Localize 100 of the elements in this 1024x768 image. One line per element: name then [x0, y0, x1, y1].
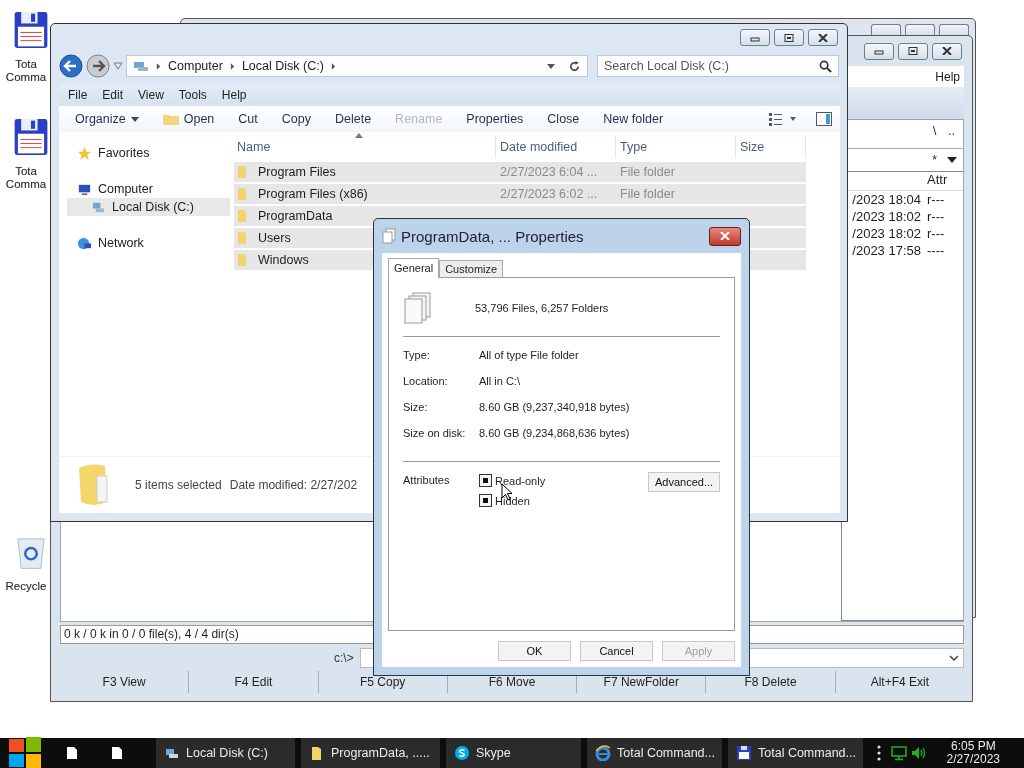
toolbar-button[interactable]: Properties [460, 107, 534, 131]
minimize-button[interactable] [864, 42, 894, 60]
view-options-icon[interactable] [768, 112, 798, 126]
tab[interactable]: Customize [439, 260, 504, 277]
menu-item[interactable]: Tools [178, 88, 207, 102]
clock-time[interactable]: 6:05 PM [950, 740, 996, 753]
navigation-item[interactable]: Network [67, 234, 230, 252]
field-label: Size: [403, 401, 429, 415]
volume-icon[interactable] [910, 745, 927, 761]
advanced-button[interactable]: Advanced... [648, 472, 720, 492]
maximize-button[interactable] [774, 29, 804, 46]
date-cell: /2023 17:58 [852, 243, 921, 258]
file-name: Users [258, 231, 291, 245]
breadcrumb-item[interactable]: Computer [168, 59, 223, 73]
forward-button[interactable] [86, 54, 110, 78]
close-icon [941, 47, 953, 55]
toolbar-button[interactable]: Open [156, 107, 225, 131]
folder-icon [237, 187, 247, 201]
desktop-icon-label[interactable]: Comma [5, 71, 47, 84]
close-button[interactable] [808, 29, 838, 46]
summary-text: 53,796 Files, 6,257 Folders [475, 302, 609, 314]
attributes-cell-text: r--- [927, 209, 946, 224]
preview-pane-icon[interactable] [816, 112, 832, 126]
chevron-icon [229, 62, 235, 70]
taskbar-button[interactable]: ProgramData, ..... [301, 738, 440, 768]
file-row[interactable]: Program Files 2/27/2023 6:04 ... File folder [234, 162, 806, 183]
dialog-button[interactable]: OK [498, 641, 571, 661]
checkbox[interactable]: Hidden [479, 494, 546, 507]
column-header[interactable]: Type [616, 136, 736, 158]
file-row[interactable]: Program Files (x86) 2/27/2023 6:02 ... File folder [234, 184, 806, 205]
taskbar-button[interactable]: Total Command... [728, 738, 863, 768]
field-value: 8.60 GB (9,237,340,918 bytes) [479, 401, 630, 415]
field-label: Location: [403, 375, 449, 389]
search-field[interactable]: Search Local Disk (C:) [597, 55, 839, 77]
navigation-item[interactable]: Computer [67, 180, 230, 198]
date-cell: /2023 18:02 [852, 209, 921, 224]
desktop-icon-label[interactable]: Comma [5, 178, 47, 191]
close-icon [719, 232, 731, 240]
chat-app-icon [454, 745, 470, 761]
menu-item[interactable]: File [68, 88, 88, 102]
dropdown-icon[interactable] [547, 63, 555, 69]
breadcrumb-item[interactable]: Local Disk (C:) [241, 59, 324, 73]
details-summary: 5 items selected [135, 478, 222, 492]
menu-item[interactable]: Help [935, 69, 960, 84]
chevron-icon [330, 62, 336, 70]
address-bar[interactable]: Computer Local Disk (C:) [126, 55, 588, 77]
document-icon[interactable] [66, 746, 78, 760]
dialog-button[interactable]: Cancel [580, 641, 653, 661]
toolbar-button[interactable]: Close [541, 107, 590, 131]
file-name: Program Files (x86) [258, 187, 368, 201]
menu-item[interactable]: Help [221, 88, 247, 102]
network-icon[interactable] [890, 745, 907, 761]
minimize-button[interactable] [740, 29, 770, 46]
attributes-label: Attributes [403, 474, 451, 486]
path-button[interactable]: .. [948, 124, 955, 148]
function-key-button[interactable]: F3 View [60, 671, 190, 693]
column-header[interactable]: Attr [927, 172, 963, 190]
navigation-item[interactable]: Favorites [67, 144, 230, 162]
details-date: Date modified: 2/27/202 [229, 478, 358, 492]
desktop-icon-label[interactable]: Tota [15, 165, 37, 178]
function-key-button[interactable]: F4 Edit [189, 671, 319, 693]
close-icon [817, 33, 829, 42]
toolbar-button[interactable]: Cut [232, 107, 268, 131]
close-button[interactable] [932, 42, 962, 60]
taskbar-button[interactable]: Skype [446, 738, 581, 768]
checkbox[interactable]: Read-only [479, 474, 546, 487]
maximize-icon [907, 47, 919, 55]
recent-pages-icon[interactable] [113, 62, 123, 70]
toolbar-button[interactable]: Delete [328, 107, 382, 131]
toolbar-button[interactable]: New folder [597, 107, 674, 131]
navigation-label: Network [98, 236, 144, 250]
refresh-icon[interactable] [568, 59, 581, 73]
field-label: Size on disk: [403, 427, 467, 441]
close-button[interactable] [709, 226, 741, 246]
search-icon [819, 59, 832, 73]
desktop-icon-label[interactable]: Tota [15, 58, 37, 71]
column-header[interactable]: Date modified [496, 136, 616, 158]
clock-date[interactable]: 2/27/2023 [946, 753, 1000, 766]
menu-item[interactable]: Edit [102, 88, 124, 102]
function-key-button[interactable]: Alt+F4 Exit [835, 671, 964, 693]
menu-item[interactable]: View [138, 88, 164, 102]
dropdown-icon[interactable] [949, 655, 959, 661]
folder-icon [237, 253, 247, 267]
tab[interactable]: General [388, 258, 440, 278]
minimize-button[interactable] [871, 24, 901, 35]
document-icon[interactable] [111, 746, 123, 760]
start-button[interactable] [8, 737, 42, 768]
desktop-icon-label[interactable]: Recycle [5, 580, 47, 593]
field-value: All of type File folder [479, 349, 579, 363]
field-label: Type: [403, 349, 431, 363]
toolbar-button[interactable]: Organize [69, 107, 149, 131]
back-button[interactable] [59, 54, 83, 78]
taskbar-button[interactable]: Total Command... [587, 738, 722, 768]
taskbar-button[interactable]: Local Disk (C:) [156, 738, 295, 768]
maximize-button[interactable] [898, 42, 928, 60]
toolbar-button[interactable]: Copy [275, 107, 321, 131]
column-header[interactable]: Size [736, 136, 806, 158]
navigation-item[interactable]: Local Disk (C:) [67, 198, 230, 216]
dropdown-icon[interactable] [947, 157, 957, 163]
folder-icon [162, 113, 179, 125]
